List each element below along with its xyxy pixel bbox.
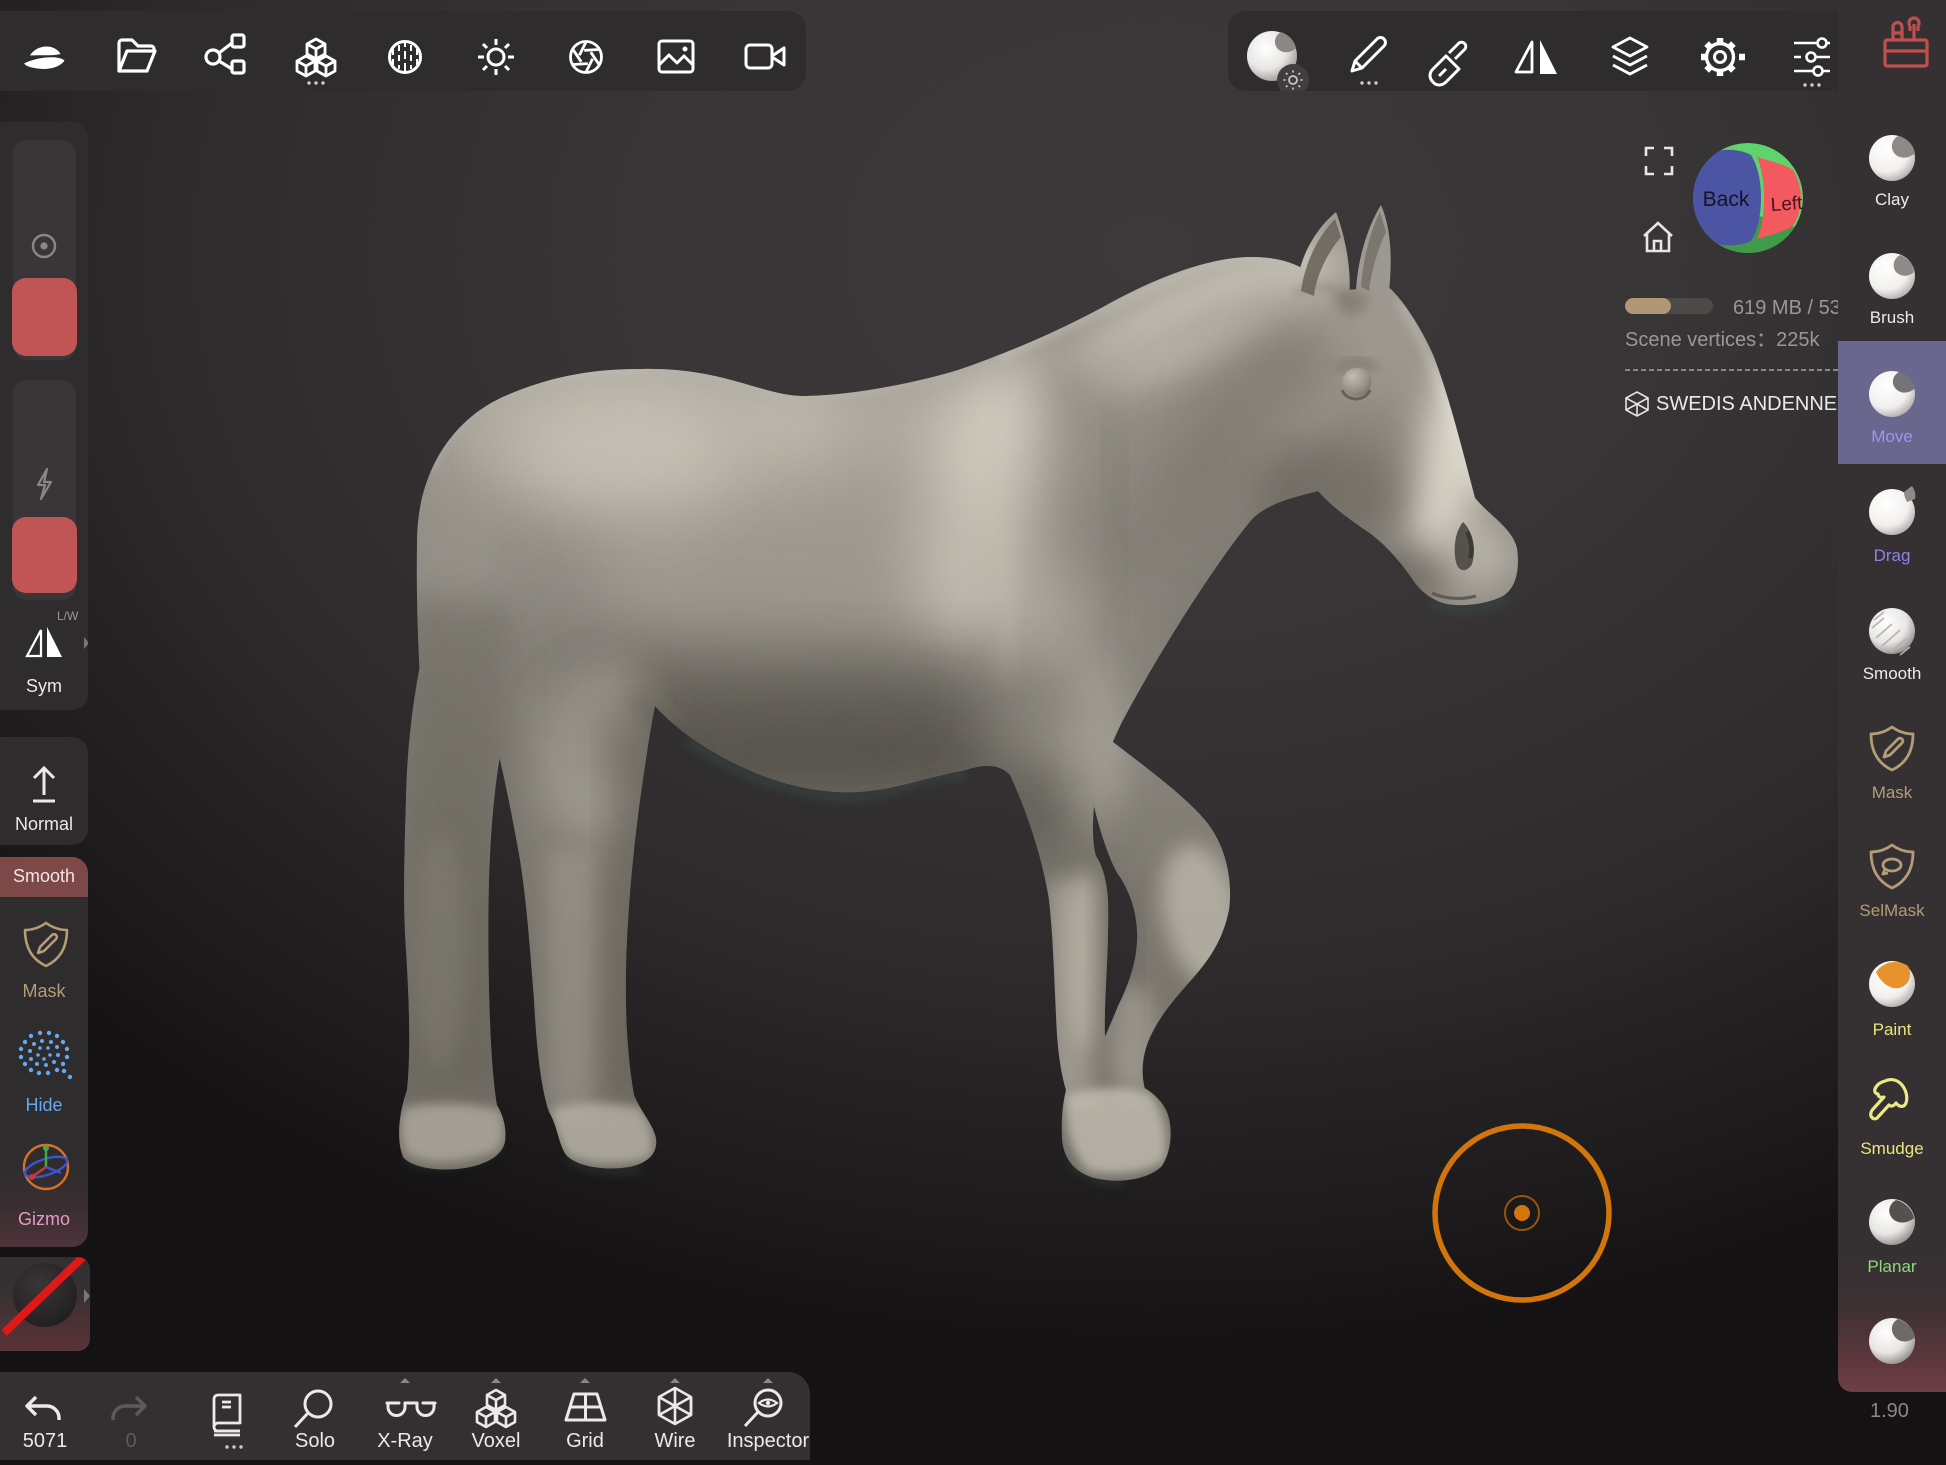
svg-text:Grid: Grid (566, 1430, 604, 1452)
svg-text:Sym: Sym (26, 676, 62, 696)
svg-text:Hide: Hide (25, 1095, 62, 1115)
svg-text:Normal: Normal (15, 814, 73, 834)
svg-text:Mask: Mask (22, 981, 66, 1001)
svg-text:0: 0 (125, 1430, 136, 1452)
svg-text:Drag: Drag (1874, 546, 1911, 565)
svg-text:Clay: Clay (1875, 190, 1910, 209)
svg-text:Smudge: Smudge (1860, 1139, 1923, 1158)
svg-text:Solo: Solo (295, 1430, 335, 1452)
svg-text:Brush: Brush (1870, 308, 1914, 327)
svg-text:5071: 5071 (23, 1430, 68, 1452)
svg-text:Mask: Mask (1872, 783, 1913, 802)
svg-text:Smooth: Smooth (1863, 664, 1922, 683)
svg-text:Wire: Wire (654, 1430, 695, 1452)
svg-text:SelMask: SelMask (1859, 901, 1925, 920)
svg-text:Planar: Planar (1867, 1257, 1916, 1276)
svg-text:L/W: L/W (57, 609, 79, 623)
svg-text:Move: Move (1871, 427, 1913, 446)
svg-text:Gizmo: Gizmo (18, 1209, 70, 1229)
svg-text:X-Ray: X-Ray (377, 1430, 433, 1452)
svg-text:Paint: Paint (1873, 1020, 1912, 1039)
svg-text:Inspector: Inspector (727, 1430, 810, 1452)
svg-text:Voxel: Voxel (472, 1430, 521, 1452)
